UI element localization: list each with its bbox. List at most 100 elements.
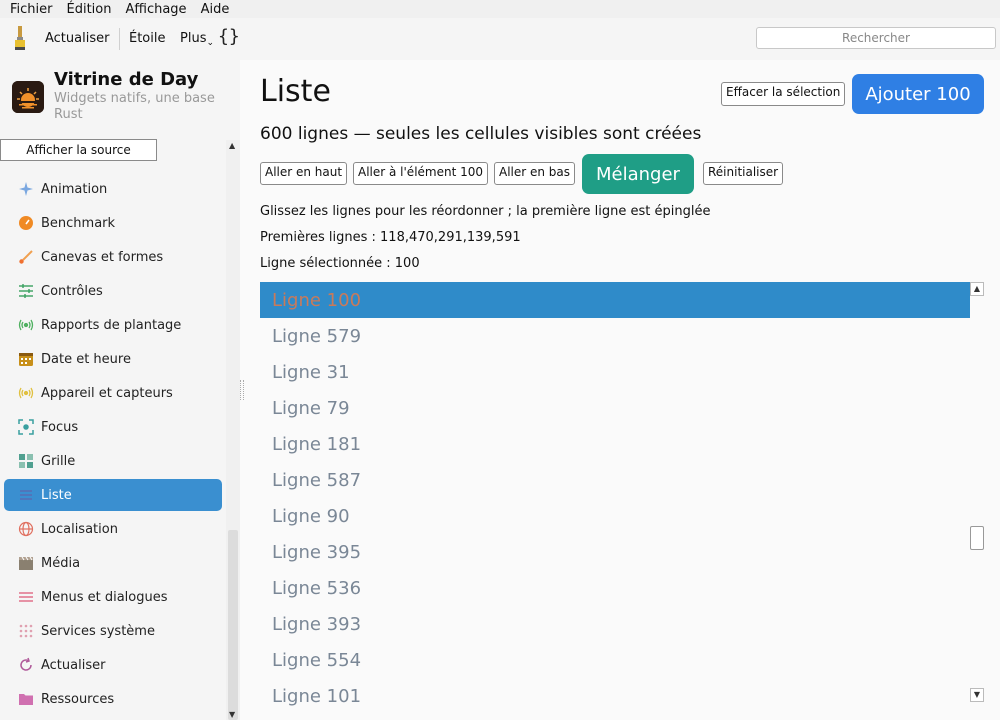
sidebar-item-controls[interactable]: Contrôles: [4, 275, 222, 307]
sidebar-item-label: Benchmark: [41, 215, 116, 231]
more-label: Plus: [180, 31, 207, 46]
go-top-button[interactable]: Aller en haut: [260, 162, 348, 185]
list-item[interactable]: Ligne 101: [260, 678, 970, 714]
sidebar-scroll-thumb[interactable]: [228, 530, 238, 720]
refresh-button[interactable]: Actualiser: [45, 31, 109, 46]
menu-icon: [18, 589, 34, 605]
sidebar-item-date-time[interactable]: Date et heure: [4, 343, 222, 375]
sidebar-item-system-services[interactable]: Services système: [4, 615, 222, 647]
sidebar-item-label: Services système: [41, 623, 155, 639]
toolbar: Actualiser Étoile Plus⌄ {} Rechercher: [0, 18, 1000, 60]
sidebar-item-label: Actualiser: [41, 657, 106, 673]
list-item[interactable]: Ligne 181: [260, 426, 970, 462]
sidebar-item-list[interactable]: Liste: [4, 479, 222, 511]
calendar-icon: [18, 351, 34, 367]
sidebar-nav: Animation Benchmark Canevas et formes Co…: [0, 140, 226, 720]
list-item[interactable]: Ligne 79: [260, 390, 970, 426]
sidebar-item-label: Ressources: [41, 691, 115, 707]
sidebar-item-label: Date et heure: [41, 351, 131, 367]
folder-icon: [18, 691, 34, 707]
paintbrush-icon[interactable]: [12, 26, 28, 52]
list-summary: 600 lignes — seules les cellules visible…: [260, 124, 702, 144]
list-scroll-thumb[interactable]: [970, 526, 984, 550]
grid-icon: [18, 453, 34, 469]
focus-icon: [18, 419, 34, 435]
sidebar-item-refresh[interactable]: Actualiser: [4, 649, 222, 681]
sidebar-scrollbar[interactable]: ▲ ▼: [226, 140, 240, 720]
page-title: Liste: [260, 74, 331, 109]
sidebar-item-label: Menus et dialogues: [41, 589, 168, 605]
sidebar-item-label: Rapports de plantage: [41, 317, 182, 333]
sidebar-item-device-sensors[interactable]: Appareil et capteurs: [4, 377, 222, 409]
brush-icon: [18, 249, 34, 265]
sidebar-item-label: Grille: [41, 453, 76, 469]
sidebar-item-localization[interactable]: Localisation: [4, 513, 222, 545]
sidebar: Vitrine de Day Widgets natifs, une base …: [0, 60, 240, 720]
list-item[interactable]: Ligne 393: [260, 606, 970, 642]
list-item[interactable]: Ligne 554: [260, 642, 970, 678]
more-button[interactable]: Plus⌄: [180, 31, 214, 48]
sidebar-item-label: Appareil et capteurs: [41, 385, 173, 401]
search-input[interactable]: Rechercher: [756, 27, 996, 49]
sidebar-item-focus[interactable]: Focus: [4, 411, 222, 443]
sidebar-item-grid[interactable]: Grille: [4, 445, 222, 477]
sidebar-item-animation[interactable]: Animation: [4, 173, 222, 205]
reset-button[interactable]: Réinitialiser: [703, 162, 784, 185]
sidebar-item-canvas[interactable]: Canevas et formes: [4, 241, 222, 273]
list-icon: [18, 487, 34, 503]
star-button[interactable]: Étoile: [129, 31, 166, 46]
scroll-down-arrow-icon[interactable]: ▼: [229, 710, 235, 719]
scroll-up-arrow-icon[interactable]: ▲: [970, 282, 984, 296]
list-item[interactable]: Ligne 31: [260, 354, 970, 390]
chevron-down-icon: ⌄: [206, 38, 215, 48]
sidebar-item-benchmark[interactable]: Benchmark: [4, 207, 222, 239]
menu-edit[interactable]: Édition: [67, 2, 112, 17]
selected-row-info: Ligne sélectionnée : 100: [260, 256, 420, 271]
scroll-down-arrow-icon[interactable]: ▼: [970, 688, 984, 702]
sidebar-item-crash-reports[interactable]: Rapports de plantage: [4, 309, 222, 341]
sidebar-item-label: Focus: [41, 419, 79, 435]
list-item[interactable]: Ligne 90: [260, 498, 970, 534]
app-logo-icon: [12, 81, 44, 113]
sidebar-item-label: Liste: [41, 487, 72, 503]
sidebar-item-media[interactable]: Média: [4, 547, 222, 579]
clapper-icon: [18, 555, 34, 571]
virtual-list: Ligne 100 Ligne 579 Ligne 31 Ligne 79 Li…: [260, 282, 970, 720]
sidebar-item-resources[interactable]: Ressources: [4, 683, 222, 715]
goto-item-100-button[interactable]: Aller à l'élément 100: [353, 162, 489, 185]
add-100-button[interactable]: Ajouter 100: [852, 74, 984, 114]
view-source-button[interactable]: Afficher la source: [0, 139, 157, 161]
sidebar-item-label: Localisation: [41, 521, 118, 537]
sparkle-icon: [18, 181, 34, 197]
gauge-icon: [18, 215, 34, 231]
main-content: Liste Effacer la sélection Ajouter 100 6…: [244, 60, 1000, 720]
list-item[interactable]: Ligne 579: [260, 318, 970, 354]
drag-hint: Glissez les lignes pour les réordonner ;…: [260, 204, 711, 219]
sliders-icon: [18, 283, 34, 299]
sidebar-item-label: Canevas et formes: [41, 249, 164, 265]
app-title: Vitrine de Day: [54, 69, 199, 90]
scroll-up-arrow-icon[interactable]: ▲: [229, 141, 235, 150]
shuffle-button[interactable]: Mélanger: [582, 154, 694, 194]
refresh-icon: [18, 657, 34, 673]
clear-selection-button[interactable]: Effacer la sélection: [721, 82, 846, 106]
list-scrollbar[interactable]: ▲ ▼: [970, 282, 984, 708]
sidebar-item-menus-dialogs[interactable]: Menus et dialogues: [4, 581, 222, 613]
list-item[interactable]: Ligne 100: [260, 282, 970, 318]
menu-help[interactable]: Aide: [201, 2, 230, 17]
list-item[interactable]: Ligne 536: [260, 570, 970, 606]
braces-icon[interactable]: {}: [218, 26, 240, 47]
first-rows-info: Premières lignes : 118,470,291,139,591: [260, 230, 521, 245]
list-item[interactable]: Ligne 395: [260, 534, 970, 570]
sensor-icon: [18, 385, 34, 401]
go-bottom-button[interactable]: Aller en bas: [494, 162, 576, 185]
sidebar-item-label: Média: [41, 555, 81, 571]
app-subtitle: Widgets natifs, une base Rust: [54, 91, 215, 122]
toolbar-separator: [119, 28, 120, 50]
broadcast-icon: [18, 317, 34, 333]
globe-icon: [18, 521, 34, 537]
menu-file[interactable]: Fichier: [10, 2, 53, 17]
sidebar-item-label: Animation: [41, 181, 108, 197]
list-item[interactable]: Ligne 587: [260, 462, 970, 498]
menu-view[interactable]: Affichage: [125, 2, 186, 17]
